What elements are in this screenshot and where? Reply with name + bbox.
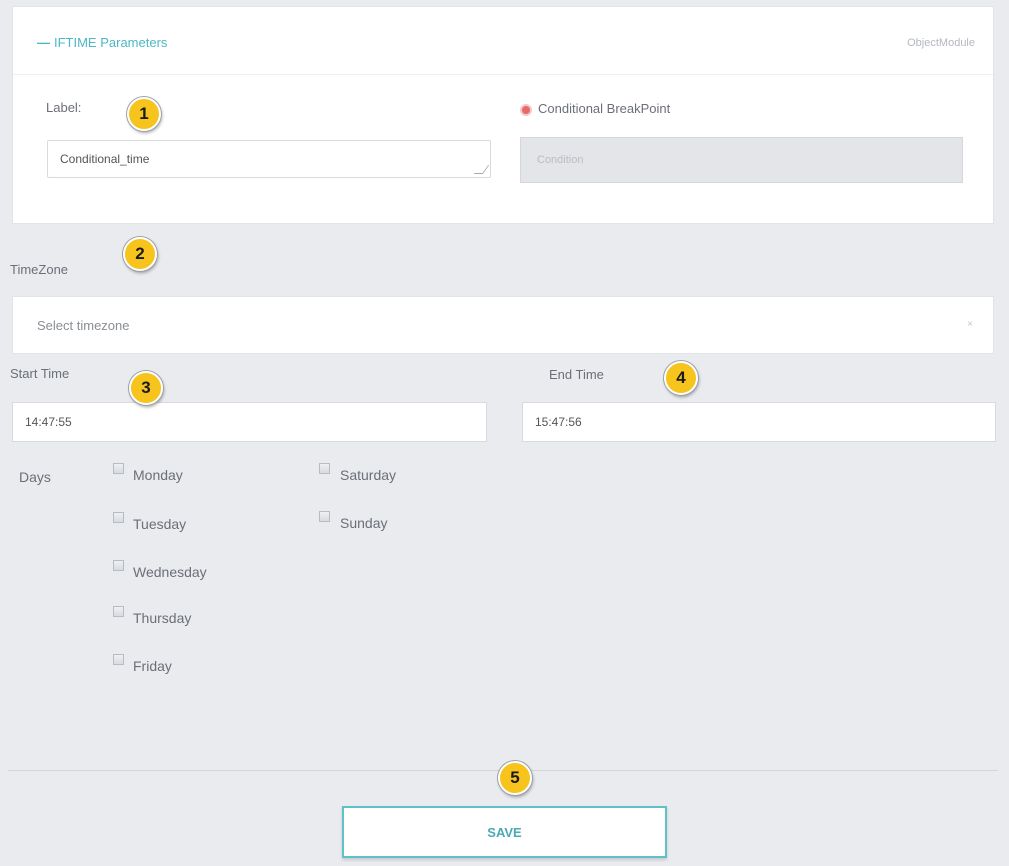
collapse-icon[interactable]: — (37, 35, 50, 50)
days-label: Days (19, 469, 51, 485)
breakpoint-dot-icon (520, 103, 532, 116)
thursday-label: Thursday (133, 610, 192, 626)
step-badge-3: 3 (129, 371, 163, 405)
step-badge-4: 4 (664, 361, 698, 395)
start-time-input[interactable]: 14:47:55 (12, 402, 487, 442)
tuesday-checkbox[interactable] (113, 512, 124, 523)
step-badge-1: 1 (127, 97, 161, 131)
wednesday-checkbox[interactable] (113, 560, 124, 571)
panel-header: — IFTIME Parameters ObjectModule (13, 7, 993, 75)
label-input[interactable]: Conditional_time (47, 140, 491, 178)
save-button[interactable]: SAVE (342, 806, 667, 858)
timezone-placeholder: Select timezone (37, 318, 130, 333)
panel-title-text: IFTIME Parameters (54, 35, 168, 50)
end-time-label: End Time (549, 367, 604, 382)
start-time-value: 14:47:55 (25, 415, 72, 429)
step-badge-5: 5 (498, 761, 532, 795)
label-field-label: Label: (46, 100, 82, 115)
end-time-input[interactable]: 15:47:56 (522, 402, 996, 442)
timezone-select[interactable]: Select timezone × (12, 296, 994, 354)
timezone-label: TimeZone (10, 262, 69, 277)
object-module-link[interactable]: ObjectModule (907, 37, 975, 49)
saturday-checkbox[interactable] (319, 463, 330, 474)
condition-placeholder: Condition (537, 154, 584, 166)
wednesday-label: Wednesday (133, 564, 207, 580)
panel-title[interactable]: — IFTIME Parameters (37, 35, 167, 50)
start-time-label: Start Time (10, 366, 70, 381)
friday-checkbox[interactable] (113, 654, 124, 665)
resize-handle-icon[interactable] (473, 165, 490, 174)
step-badge-2: 2 (123, 237, 157, 271)
saturday-label: Saturday (340, 467, 397, 483)
friday-label: Friday (133, 658, 172, 674)
condition-input[interactable]: Condition (520, 137, 963, 183)
conditional-breakpoint-label: Conditional BreakPoint (520, 101, 670, 116)
tuesday-label: Tuesday (133, 516, 187, 532)
clear-icon[interactable]: × (967, 319, 973, 330)
monday-label: Monday (133, 467, 183, 483)
label-input-value: Conditional_time (60, 152, 150, 166)
sunday-checkbox[interactable] (319, 511, 330, 522)
thursday-checkbox[interactable] (113, 606, 124, 617)
end-time-value: 15:47:56 (535, 415, 582, 429)
monday-checkbox[interactable] (113, 463, 124, 474)
sunday-label: Sunday (340, 515, 388, 531)
conditional-breakpoint-text: Conditional BreakPoint (538, 101, 671, 116)
